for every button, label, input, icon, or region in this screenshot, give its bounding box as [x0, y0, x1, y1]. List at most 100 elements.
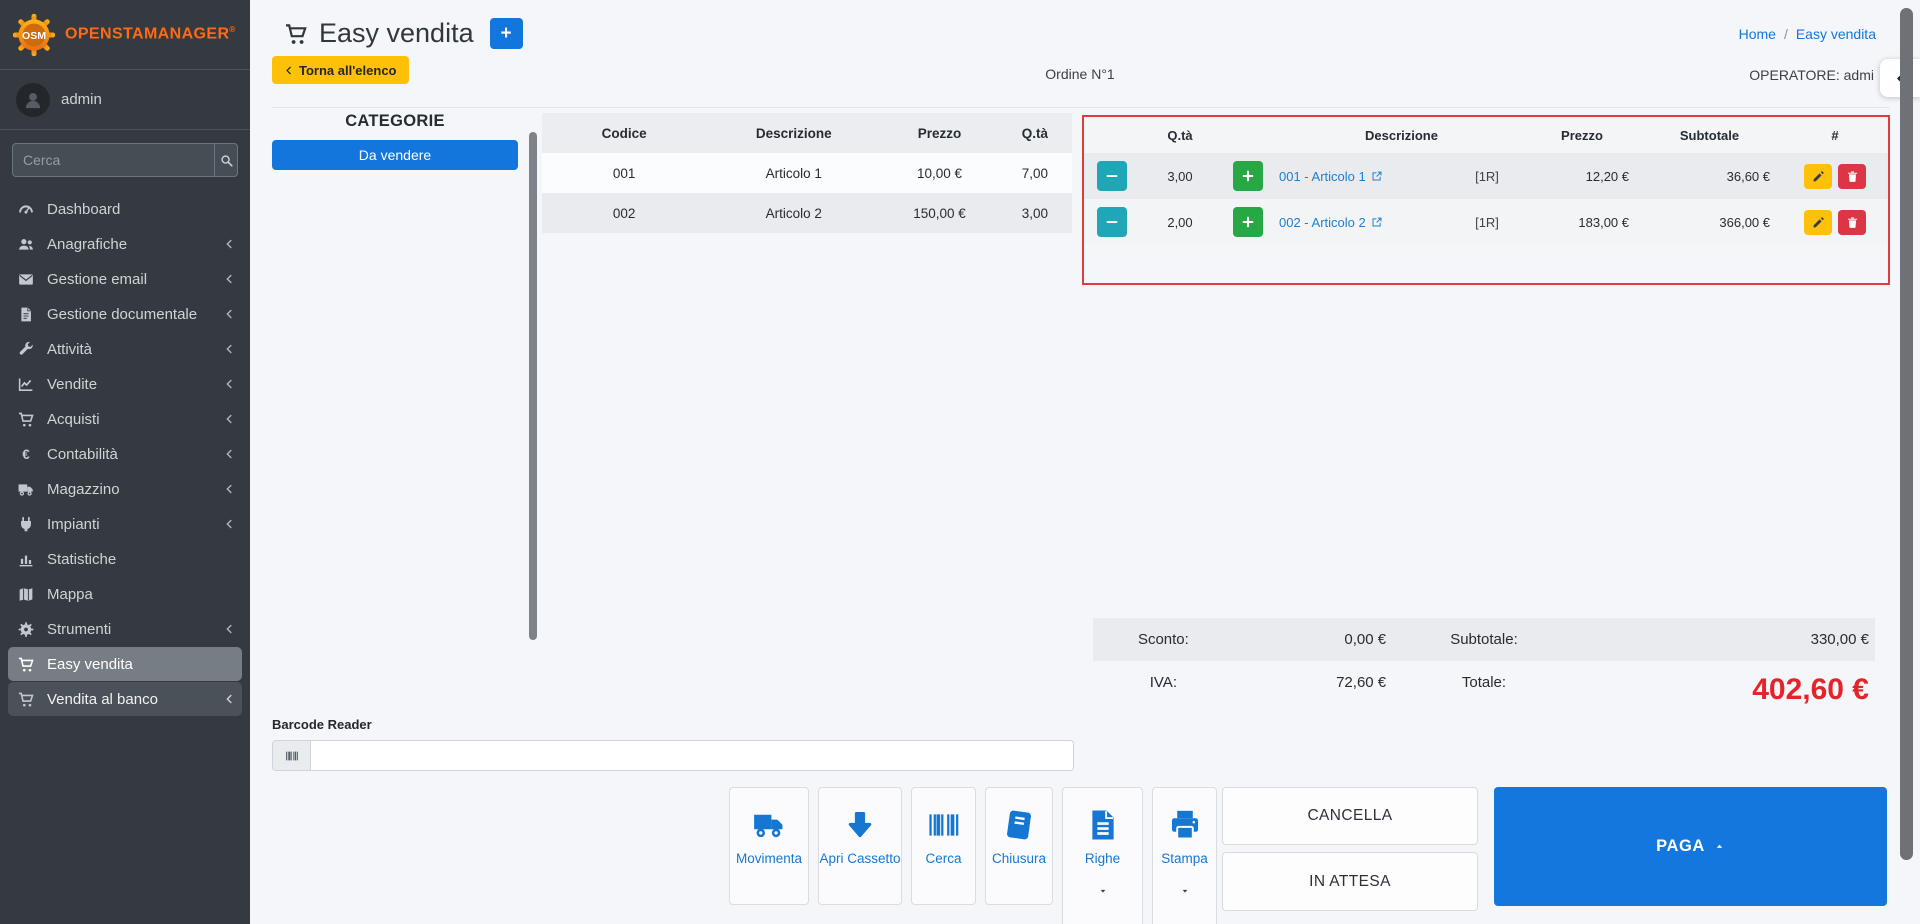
- sidebar-item-vendita-al-banco[interactable]: Vendita al banco: [8, 682, 242, 716]
- registered-mark: ®: [229, 25, 235, 34]
- righe-dropdown-button[interactable]: Righe: [1062, 787, 1143, 924]
- chiusura-button[interactable]: Chiusura: [985, 787, 1053, 905]
- discount-label: Sconto:: [1093, 631, 1234, 648]
- sidebar-item-gestione-email[interactable]: Gestione email: [8, 262, 242, 296]
- caret-up-icon: [1714, 842, 1725, 851]
- pay-button[interactable]: PAGA: [1494, 787, 1887, 906]
- sidebar-item-dashboard[interactable]: Dashboard: [8, 192, 242, 226]
- sidebar-item-mappa[interactable]: Mappa: [8, 577, 242, 611]
- vat-label: IVA:: [1093, 674, 1234, 691]
- breadcrumb-current[interactable]: Easy vendita: [1796, 26, 1876, 42]
- sidebar-item-strumenti[interactable]: Strumenti: [8, 612, 242, 646]
- page-scrollbar[interactable]: [1900, 8, 1913, 860]
- order-lines-panel: Q.tà Descrizione Prezzo Subtotale # 3,00…: [1082, 115, 1890, 285]
- gear-icon: [16, 621, 36, 638]
- products-table: Codice Descrizione Prezzo Q.tà 001 Artic…: [542, 113, 1072, 233]
- column-header: Prezzo: [881, 126, 998, 141]
- chevron-left-icon: [224, 624, 234, 634]
- column-header: Q.tà: [998, 126, 1072, 141]
- app-logo[interactable]: OpenSTAManager®: [0, 0, 250, 70]
- add-order-button[interactable]: +: [490, 18, 523, 49]
- order-row: 2,00 002 - Articolo 2 [1R] 183,00 € 366,…: [1084, 199, 1888, 245]
- decrease-qty-button[interactable]: [1097, 207, 1127, 237]
- cart-icon: [16, 691, 36, 708]
- user-panel[interactable]: admin: [0, 70, 250, 130]
- delete-row-button[interactable]: [1838, 164, 1866, 189]
- back-to-list-button[interactable]: Torna all'elenco: [272, 56, 409, 84]
- barcode-input[interactable]: [311, 741, 1073, 770]
- hold-button[interactable]: IN ATTESA: [1222, 852, 1478, 911]
- sidebar-item-acquisti[interactable]: Acquisti: [8, 402, 242, 436]
- breadcrumb-home[interactable]: Home: [1739, 26, 1776, 42]
- sidebar-item-magazzino[interactable]: Magazzino: [8, 472, 242, 506]
- sidebar-item-impianti[interactable]: Impianti: [8, 507, 242, 541]
- pen-icon: [1812, 216, 1825, 229]
- delete-row-button[interactable]: [1838, 210, 1866, 235]
- search-input[interactable]: [12, 143, 214, 177]
- chevron-left-icon: [224, 414, 234, 424]
- order-qty: 3,00: [1140, 169, 1220, 184]
- envelope-icon: [16, 271, 36, 288]
- book-icon: [1001, 808, 1037, 842]
- decrease-qty-button[interactable]: [1097, 161, 1127, 191]
- search-button[interactable]: [214, 143, 238, 177]
- sidebar-item-vendite[interactable]: Vendite: [8, 367, 242, 401]
- table-row[interactable]: 001 Articolo 1 10,00 € 7,00: [542, 153, 1072, 193]
- order-note: [1R]: [1447, 169, 1527, 184]
- movimenta-button[interactable]: Movimenta: [729, 787, 809, 905]
- edit-row-button[interactable]: [1804, 164, 1832, 189]
- column-header: Q.tà: [1084, 128, 1276, 143]
- cancel-button[interactable]: CANCELLA: [1222, 787, 1478, 845]
- osm-gear-logo-icon: [12, 13, 56, 57]
- sidebar-item-gestione-documentale[interactable]: Gestione documentale: [8, 297, 242, 331]
- article-link[interactable]: 002 - Articolo 2: [1279, 215, 1383, 230]
- categories-scrollbar[interactable]: [529, 132, 537, 640]
- chevron-left-icon: [224, 519, 234, 529]
- increase-qty-button[interactable]: [1233, 207, 1263, 237]
- sidebar-item-statistiche[interactable]: Statistiche: [8, 542, 242, 576]
- chevron-left-icon: [224, 274, 234, 284]
- sidebar: OpenSTAManager® admin Dashboard Anagrafi…: [0, 0, 250, 924]
- chevron-left-icon: [224, 449, 234, 459]
- edit-row-button[interactable]: [1804, 210, 1832, 235]
- map-icon: [16, 586, 36, 603]
- cerca-button[interactable]: Cerca: [911, 787, 976, 905]
- table-row[interactable]: 002 Articolo 2 150,00 € 3,00: [542, 193, 1072, 233]
- categories-title: CATEGORIE: [272, 112, 518, 131]
- sidebar-item-attivita[interactable]: Attività: [8, 332, 242, 366]
- order-price: 183,00 €: [1527, 215, 1637, 230]
- user-name: admin: [61, 91, 102, 108]
- subtotal-value: 330,00 €: [1578, 631, 1875, 648]
- users-icon: [16, 236, 36, 253]
- avatar: [16, 83, 50, 117]
- totals-row: Sconto: 0,00 € Subtotale: 330,00 €: [1093, 618, 1875, 661]
- cart-icon: [283, 22, 309, 46]
- minus-icon: [1105, 215, 1119, 229]
- sidebar-item-contabilita[interactable]: Contabilità: [8, 437, 242, 471]
- chevron-left-icon: [224, 694, 234, 704]
- vat-value: 72,60 €: [1234, 674, 1390, 691]
- main-content: Easy vendita + Home / Easy vendita Torna…: [250, 0, 1920, 924]
- sidebar-item-anagrafiche[interactable]: Anagrafiche: [8, 227, 242, 261]
- category-da-vendere-button[interactable]: Da vendere: [272, 140, 518, 170]
- barcode-prepend: [273, 741, 311, 770]
- increase-qty-button[interactable]: [1233, 161, 1263, 191]
- chevron-left-icon: [224, 484, 234, 494]
- chart-line-icon: [16, 376, 36, 393]
- truck-icon: [16, 481, 36, 498]
- cart-icon: [16, 411, 36, 428]
- barcode-icon: [926, 808, 962, 842]
- search-icon: [219, 153, 234, 168]
- stampa-dropdown-button[interactable]: Stampa: [1152, 787, 1217, 924]
- external-link-icon: [1371, 170, 1383, 182]
- column-header: Descrizione: [706, 126, 881, 141]
- chevron-left-icon: [224, 309, 234, 319]
- user-icon: [22, 89, 44, 111]
- sidebar-item-easy-vendita[interactable]: Easy vendita: [8, 647, 242, 681]
- file-icon: [1085, 808, 1121, 842]
- apri-cassetto-button[interactable]: Apri Cassetto: [818, 787, 902, 905]
- external-link-icon: [1371, 216, 1383, 228]
- article-link[interactable]: 001 - Articolo 1: [1279, 169, 1383, 184]
- order-qty: 2,00: [1140, 215, 1220, 230]
- sidebar-search: [0, 130, 250, 185]
